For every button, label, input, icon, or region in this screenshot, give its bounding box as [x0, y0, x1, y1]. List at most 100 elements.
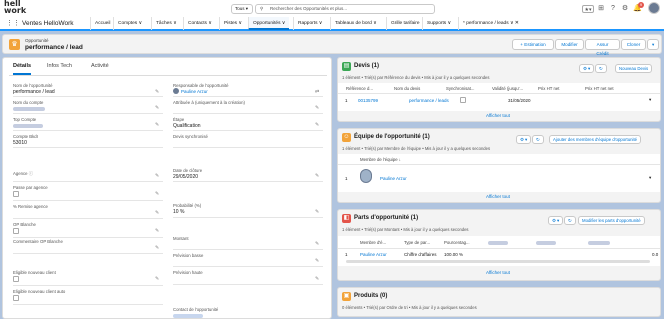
divider — [173, 266, 323, 267]
edit-pencil-icon[interactable]: ✎ — [315, 276, 319, 282]
app-launcher-icon[interactable]: ⋮⋮ — [6, 20, 20, 27]
edit-pencil-icon[interactable]: ✎ — [155, 89, 159, 95]
tab-activite[interactable]: Activité — [91, 63, 109, 69]
nav-item-contacts[interactable]: Contacts ∨ — [183, 17, 216, 30]
refresh-icon[interactable]: ↻ — [564, 216, 576, 225]
equipe-col-member[interactable]: Membre de l'équipe ↓ — [360, 157, 401, 162]
edit-pencil-icon[interactable]: ✎ — [155, 276, 159, 282]
devis-name-link[interactable]: performance / leads — [409, 98, 449, 103]
parts-card: ◧ Parts d'opportunité (1) 1 élément • Tr… — [337, 209, 661, 281]
hellowork-logo[interactable]: hell work — [4, 0, 40, 16]
field-value-date-cloture: 29/05/2020 — [173, 174, 199, 180]
tab-details[interactable]: Détails — [13, 63, 32, 75]
tab-infos-tech[interactable]: Infos Tech — [47, 63, 72, 69]
parts-member-link[interactable]: Pauline Arzur — [360, 252, 387, 257]
edit-pencil-icon[interactable]: ✎ — [315, 241, 319, 247]
owner-link[interactable]: Pauline Arzur — [181, 89, 208, 94]
cloner-button[interactable]: Cloner — [621, 39, 646, 50]
edit-pencil-icon[interactable]: ✎ — [155, 122, 159, 128]
edit-pencil-icon[interactable]: ✎ — [155, 191, 159, 197]
devis-col-validity[interactable]: Validité (jusqu'... — [492, 86, 523, 91]
modifier-button[interactable]: Modifier — [555, 39, 584, 50]
nav-item-rapports[interactable]: Rapports ∨ — [293, 17, 326, 30]
row-actions-chevron-icon[interactable]: ▾ — [649, 175, 651, 181]
edit-pencil-icon[interactable]: ✎ — [155, 173, 159, 179]
redacted-contact-link[interactable] — [173, 314, 203, 318]
nav-item-supports[interactable]: Supports ∨ — [422, 17, 455, 30]
devis-ref-link[interactable]: 00135799 — [358, 98, 378, 103]
nav-item-accueil[interactable]: Accueil — [90, 17, 114, 30]
setup-gear-icon[interactable]: ⚙ — [621, 5, 629, 13]
horizontal-scrollbar[interactable] — [346, 260, 650, 263]
redacted-account-name[interactable] — [13, 107, 45, 111]
eligible-client-auto-checkbox[interactable] — [13, 295, 19, 301]
devis-card-title[interactable]: Devis (1) — [354, 63, 379, 69]
sync-checkbox — [460, 97, 466, 103]
member-link[interactable]: Pauline Arzur — [380, 176, 407, 181]
field-label-nom-opportunite: Nom de l'opportunité — [13, 83, 53, 88]
edit-pencil-icon[interactable]: ✎ — [315, 122, 319, 128]
nav-item-tableaux[interactable]: Tableaux de bord ∨ — [330, 17, 381, 30]
devis-col-sync[interactable]: Synchronisat... — [446, 86, 474, 91]
op-blanche-checkbox[interactable] — [13, 228, 19, 234]
nav-item-opportunites[interactable]: Opportunités ∨ — [248, 17, 290, 30]
redacted-top-account[interactable] — [13, 124, 43, 128]
edit-pencil-icon[interactable]: ✎ — [315, 209, 319, 215]
row-actions-chevron-icon[interactable]: ▾ — [649, 97, 651, 103]
divider — [338, 248, 660, 249]
info-icon: ⓘ — [28, 171, 34, 176]
parts-col-type[interactable]: Type de par... — [404, 240, 430, 245]
eligible-client-checkbox[interactable] — [13, 276, 19, 282]
nav-item-taches[interactable]: Tâches ∨ — [151, 17, 181, 30]
nouveau-devis-button[interactable]: Nouveau Devis — [615, 64, 653, 73]
edit-pencil-icon[interactable]: ✎ — [315, 105, 319, 111]
refresh-icon[interactable]: ↻ — [532, 135, 544, 144]
add-icon[interactable]: ⊞ — [597, 5, 605, 13]
divider — [173, 147, 323, 148]
member-avatar — [360, 169, 372, 183]
change-owner-icon[interactable]: ⇄ — [315, 89, 319, 95]
nav-item-comptes[interactable]: Comptes ∨ — [113, 17, 146, 30]
nav-item-grille[interactable]: Grille tarifaire — [386, 17, 424, 30]
devis-col-name[interactable]: Nom du devis — [394, 86, 420, 91]
divider — [13, 200, 163, 201]
parts-card-title[interactable]: Parts d'opportunité (1) — [354, 215, 418, 221]
nav-item-pistes[interactable]: Pistes ∨ — [219, 17, 246, 30]
refresh-icon[interactable]: ↻ — [595, 64, 607, 73]
add-team-members-button[interactable]: Ajouter des membres d'équipe d'opportuni… — [549, 135, 642, 144]
edit-pencil-icon[interactable]: ✎ — [315, 173, 319, 179]
edit-pencil-icon[interactable]: ✎ — [155, 105, 159, 111]
edit-pencil-icon[interactable]: ✎ — [155, 245, 159, 251]
equipe-show-all-link[interactable]: Afficher tout — [486, 194, 510, 199]
edit-pencil-icon[interactable]: ✎ — [155, 210, 159, 216]
refresh-settings-icon[interactable]: ⚙ ▾ — [579, 64, 595, 73]
devis-col-prix-ht[interactable]: Prix HT net — [538, 86, 559, 91]
user-avatar[interactable] — [648, 2, 660, 14]
devis-col-ref[interactable]: Référence d... — [346, 86, 373, 91]
passe-agence-checkbox[interactable] — [13, 191, 19, 197]
global-search-input[interactable]: ⚲ Rechercher des Opportunités et plus... — [255, 4, 435, 14]
equipe-card-title[interactable]: Équipe de l'opportunité (1) — [354, 134, 430, 140]
modify-parts-button[interactable]: Modifier les parts d'opportunité — [578, 216, 645, 225]
settings-icon[interactable]: ⚙ ▾ — [548, 216, 564, 225]
settings-icon[interactable]: ⚙ ▾ — [516, 135, 532, 144]
field-label-etape: Étape — [173, 117, 185, 122]
favorites-icon[interactable]: ★▾ — [582, 5, 594, 13]
devis-card-subtitle: 1 élément • Trié(s) par Référence du dev… — [342, 75, 490, 80]
redacted-column — [588, 241, 610, 245]
parts-col-member[interactable]: Membre d'é... — [360, 240, 386, 245]
edit-pencil-icon[interactable]: ✎ — [315, 258, 319, 264]
devis-col-prix-ht-net[interactable]: Prix HT net net — [585, 86, 614, 91]
parts-col-pct[interactable]: Pourcentag... — [444, 240, 470, 245]
edit-pencil-icon[interactable]: ✎ — [155, 228, 159, 234]
search-scope-select[interactable]: Tous ▾ — [231, 4, 253, 14]
devis-show-all-link[interactable]: Afficher tout — [486, 113, 510, 118]
produits-card-title[interactable]: Produits (0) — [354, 293, 387, 299]
help-icon[interactable]: ? — [609, 5, 617, 13]
field-label-prevision-haute: Prévision haute — [173, 270, 203, 275]
nav-item-record-tab[interactable]: * performance / leads ∨ ✕ — [458, 17, 523, 30]
estimation-button[interactable]: + Estimation — [512, 39, 554, 50]
parts-show-all-link[interactable]: Afficher tout — [486, 270, 510, 275]
more-actions-chevron-icon[interactable]: ▾ — [647, 39, 659, 50]
assur-credit-button[interactable]: Assur Crédit — [585, 39, 620, 56]
